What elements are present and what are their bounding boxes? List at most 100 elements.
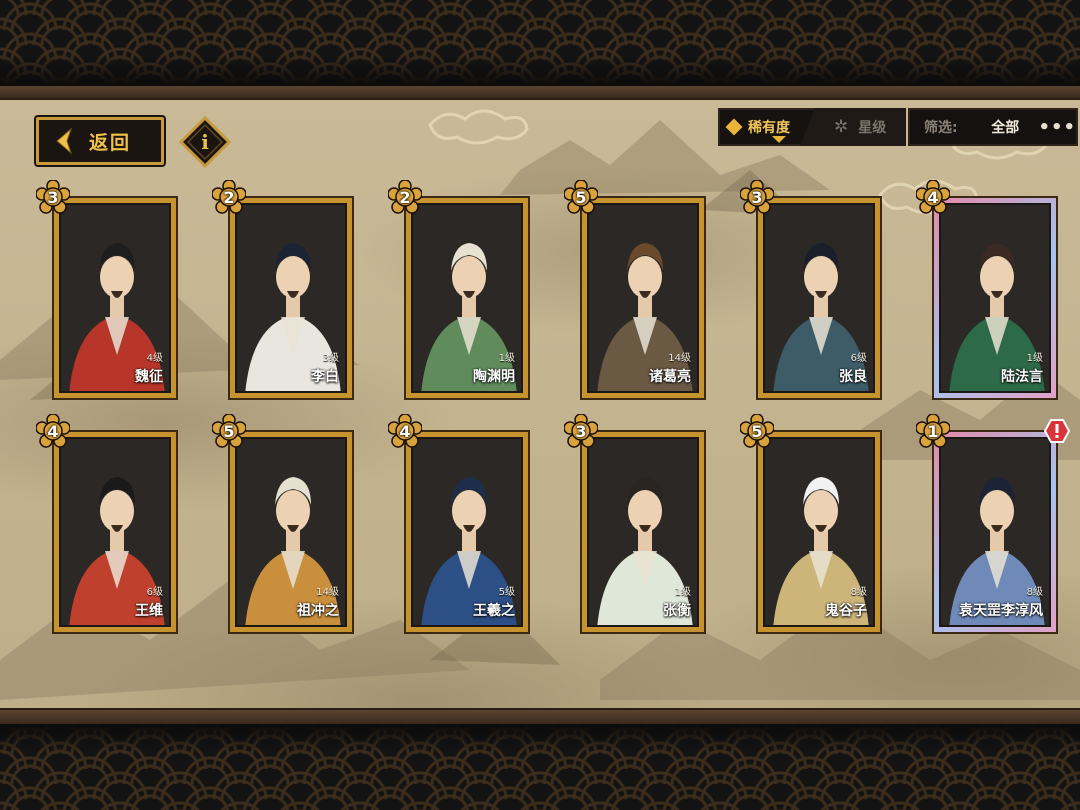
back-button-label: 返回	[89, 131, 132, 154]
sort-star-tab[interactable]: ✲ 星级	[800, 108, 906, 146]
diamond-icon	[725, 118, 743, 136]
exclamation-icon	[1043, 419, 1071, 443]
card-frame: 14级诸葛亮	[587, 203, 699, 393]
card-frame: 8级袁天罡李淳风	[939, 437, 1051, 627]
chevron-left-icon	[56, 127, 73, 155]
star-rank-value: 4	[47, 421, 59, 441]
star-rank-badge: 3	[563, 413, 599, 448]
card-level: 5级	[498, 587, 515, 598]
star-rank-badge: 1	[915, 413, 951, 448]
character-card[interactable]: 6级张良	[756, 196, 882, 400]
character-portrait	[765, 439, 873, 625]
card-level: 14级	[316, 587, 339, 598]
star-rank-badge: 3	[739, 179, 775, 214]
star-rank-value: 3	[47, 187, 59, 207]
caret-down-icon	[772, 136, 786, 143]
star-rank-badge: 4	[387, 413, 423, 448]
info-glyph: i	[201, 130, 209, 154]
card-frame: 1级陆法言	[939, 203, 1051, 393]
card-frame: 4级魏征	[59, 203, 171, 393]
character-portrait	[413, 439, 521, 625]
star-rank-value: 5	[575, 187, 587, 207]
back-button[interactable]: 返回	[36, 117, 164, 165]
star-rank-value: 2	[399, 187, 411, 207]
star-rank-badge: 2	[387, 179, 423, 214]
character-card[interactable]: 3级李白	[228, 196, 354, 400]
card-name: 王维	[135, 603, 163, 619]
star-rank-badge: 5	[211, 413, 247, 448]
character-portrait	[941, 439, 1049, 625]
star-rank-badge: 4	[915, 179, 951, 214]
card-level: 3级	[322, 353, 339, 364]
character-portrait	[61, 439, 169, 625]
info-icon[interactable]: i	[178, 115, 232, 169]
card-frame: 1级张衡	[587, 437, 699, 627]
star-rank-value: 5	[751, 421, 763, 441]
character-portrait	[237, 205, 345, 391]
card-name: 陆法言	[1001, 369, 1043, 385]
character-card[interactable]: 6级王维	[52, 430, 178, 634]
card-level: 1级	[674, 587, 691, 598]
scroll-bottom-rod	[0, 708, 1080, 724]
more-options-button[interactable]: •••	[1038, 117, 1076, 138]
character-card[interactable]: 8级袁天罡李淳风	[932, 430, 1058, 634]
star-rank-badge: 3	[35, 179, 71, 214]
card-name: 鬼谷子	[825, 603, 867, 619]
star-rank-value: 5	[223, 421, 235, 441]
card-frame: 6级王维	[59, 437, 171, 627]
star-rank-badge: 4	[35, 413, 71, 448]
character-card[interactable]: 14级祖冲之	[228, 430, 354, 634]
bottom-wave-fade	[0, 724, 1080, 752]
card-frame: 3级李白	[235, 203, 347, 393]
character-card[interactable]: 1级张衡	[580, 430, 706, 634]
top-wave-fade	[0, 56, 1080, 86]
filter-dropdown[interactable]: 筛选: 全部 •••	[908, 108, 1078, 146]
star-rank-value: 2	[223, 187, 235, 207]
star-rank-value: 1	[927, 421, 939, 441]
character-portrait	[589, 205, 697, 391]
character-portrait	[413, 205, 521, 391]
card-level: 1级	[1026, 353, 1043, 364]
character-card[interactable]: 1级 陶渊明	[404, 196, 530, 400]
star-rank-value: 3	[751, 187, 763, 207]
character-portrait	[589, 439, 697, 625]
filter-value: 全部	[991, 120, 1020, 136]
alert-badge	[1043, 418, 1071, 444]
star-rank-value: 3	[575, 421, 587, 441]
sort-rarity-label: 稀有度	[748, 120, 790, 136]
card-level: 8级	[850, 587, 867, 598]
card-name: 张衡	[663, 603, 691, 619]
card-frame: 14级祖冲之	[235, 437, 347, 627]
star-rank-value: 4	[927, 187, 939, 207]
card-name: 袁天罡李淳风	[959, 603, 1043, 619]
card-level: 6级	[146, 587, 163, 598]
card-name: 李白	[311, 369, 339, 385]
sort-star-label: 星级	[858, 120, 887, 136]
card-name: 魏征	[135, 369, 163, 385]
flower-icon: ✲	[834, 117, 849, 137]
character-portrait	[941, 205, 1049, 391]
card-frame: 8级鬼谷子	[763, 437, 875, 627]
character-portrait	[61, 205, 169, 391]
character-card[interactable]: 1级陆法言	[932, 196, 1058, 400]
filter-label: 筛选:	[924, 120, 958, 136]
card-frame: 5级 王羲之	[411, 437, 523, 627]
star-rank-badge: 5	[739, 413, 775, 448]
character-card[interactable]: 4级魏征	[52, 196, 178, 400]
card-level: 14级	[668, 353, 691, 364]
character-card[interactable]: 5级 王羲之	[404, 430, 530, 634]
card-level: 1级	[498, 353, 515, 364]
scroll-top-rod	[0, 86, 1080, 100]
card-name: 诸葛亮	[649, 369, 691, 385]
card-level: 4级	[146, 353, 163, 364]
card-level: 8级	[1026, 587, 1043, 598]
card-frame: 6级张良	[763, 203, 875, 393]
star-rank-value: 4	[399, 421, 411, 441]
card-name: 祖冲之	[297, 603, 339, 619]
card-level: 6级	[850, 353, 867, 364]
character-card[interactable]: 8级鬼谷子	[756, 430, 882, 634]
star-rank-badge: 5	[563, 179, 599, 214]
star-rank-badge: 2	[211, 179, 247, 214]
character-card[interactable]: 14级诸葛亮	[580, 196, 706, 400]
card-name: 张良	[839, 369, 867, 385]
